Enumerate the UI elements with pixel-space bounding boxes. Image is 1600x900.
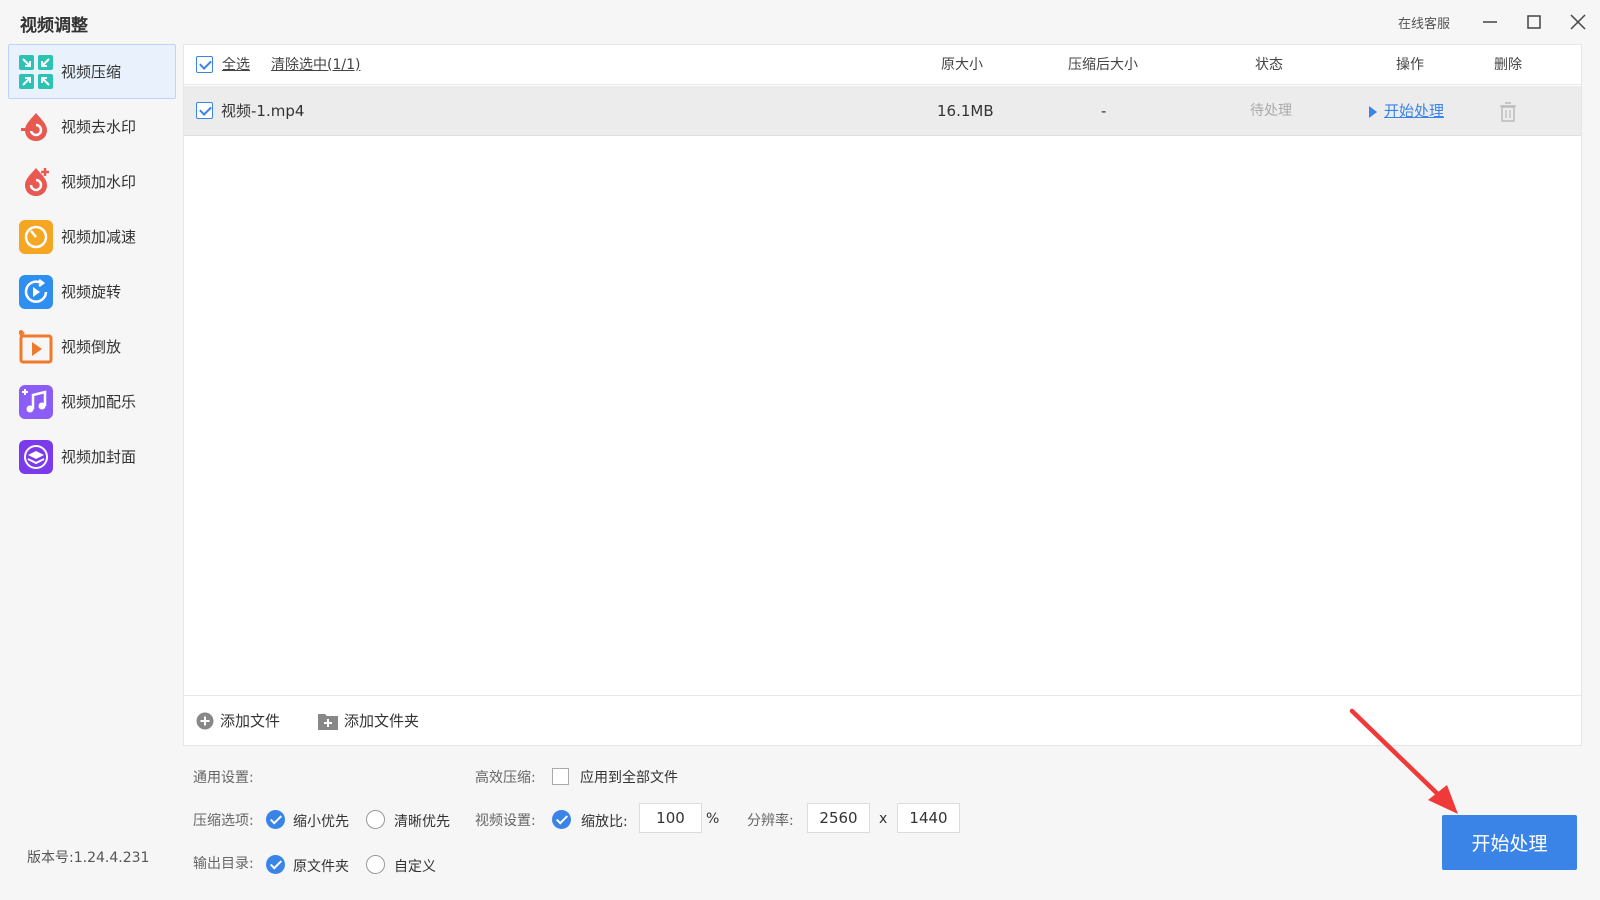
clear-first-label: 清晰优先 — [394, 814, 450, 830]
custom-folder-radio[interactable] — [366, 855, 385, 874]
small-first-label: 缩小优先 — [293, 814, 349, 830]
cover-icon — [19, 439, 53, 474]
file-list-panel: 全选 清除选中(1/1) 原大小 压缩后大小 状态 操作 删除 视频-1.mp4… — [183, 44, 1582, 746]
window-controls: 在线客服 — [1398, 0, 1600, 44]
title-bar: 视频调整 在线客服 — [0, 0, 1600, 44]
add-folder-button[interactable]: 添加文件夹 — [318, 710, 419, 731]
sidebar-item-reverse[interactable]: 视频倒放 — [8, 319, 176, 374]
efficient-compress-label: 高效压缩: — [475, 770, 536, 786]
apply-all-checkbox[interactable] — [552, 768, 569, 785]
sidebar-item-rotate[interactable]: 视频旋转 — [8, 264, 176, 319]
clear-first-radio[interactable] — [366, 810, 385, 829]
original-folder-radio[interactable] — [266, 855, 285, 874]
panel-footer: 添加文件 添加文件夹 — [184, 695, 1581, 745]
custom-folder-label: 自定义 — [394, 859, 436, 875]
sidebar-item-label: 视频加封面 — [61, 448, 137, 466]
resolution-width-input[interactable]: 2560 — [807, 803, 870, 833]
sidebar-item-label: 视频旋转 — [61, 283, 122, 301]
resolution-label: 分辨率: — [747, 813, 794, 829]
original-folder-label: 原文件夹 — [293, 859, 349, 875]
music-icon — [19, 384, 53, 419]
percent-sign: % — [706, 811, 720, 827]
close-icon — [1570, 14, 1586, 30]
select-all-checkbox[interactable] — [196, 56, 213, 73]
sidebar-item-remove-watermark[interactable]: 视频去水印 — [8, 99, 176, 154]
add-file-button[interactable]: 添加文件 — [196, 710, 280, 731]
sidebar-item-music[interactable]: 视频加配乐 — [8, 374, 176, 429]
start-process-link[interactable]: 开始处理 — [1384, 86, 1444, 136]
scale-input[interactable]: 100 — [639, 803, 702, 833]
add-file-label: 添加文件 — [220, 712, 281, 730]
row-checkbox[interactable] — [196, 102, 213, 119]
remove-watermark-icon — [19, 110, 53, 144]
column-status: 状态 — [1255, 57, 1283, 73]
sidebar-item-label: 视频压缩 — [61, 63, 122, 81]
start-process-button[interactable]: 开始处理 — [1442, 815, 1577, 870]
add-folder-label: 添加文件夹 — [344, 712, 420, 730]
app-title: 视频调整 — [20, 16, 88, 36]
sidebar: 视频压缩 视频去水印 视频加水印 视频加减速 视频旋转 视频倒放 视频加配乐 视… — [8, 44, 176, 484]
original-size: 16.1MB — [937, 102, 994, 120]
scale-checkbox[interactable] — [552, 810, 571, 829]
video-settings-label: 视频设置: — [475, 813, 536, 829]
file-name: 视频-1.mp4 — [221, 102, 305, 120]
sidebar-item-label: 视频倒放 — [61, 338, 122, 356]
compressed-size: - — [1101, 102, 1107, 120]
general-settings-label: 通用设置: — [193, 770, 254, 786]
column-compressed-size: 压缩后大小 — [1068, 57, 1138, 73]
small-first-radio[interactable] — [266, 810, 285, 829]
minimize-icon — [1483, 21, 1497, 23]
clear-selection-link[interactable]: 清除选中(1/1) — [271, 45, 360, 85]
add-watermark-icon — [19, 165, 53, 199]
column-original-size: 原大小 — [941, 57, 983, 73]
resolution-height-input[interactable]: 1440 — [897, 803, 960, 833]
rotate-icon — [19, 274, 53, 309]
sidebar-item-label: 视频加配乐 — [61, 393, 137, 411]
select-all-link[interactable]: 全选 — [222, 45, 250, 85]
column-action: 操作 — [1396, 57, 1424, 73]
minimize-button[interactable] — [1468, 0, 1512, 44]
table-row[interactable]: 视频-1.mp4 16.1MB - 待处理 开始处理 — [184, 86, 1581, 136]
status-text: 待处理 — [1250, 103, 1292, 119]
version-label: 版本号:1.24.4.231 — [27, 850, 150, 866]
column-delete: 删除 — [1494, 57, 1522, 73]
sidebar-item-speed[interactable]: 视频加减速 — [8, 209, 176, 264]
scale-label: 缩放比: — [581, 814, 628, 830]
close-button[interactable] — [1556, 0, 1600, 44]
sidebar-item-add-watermark[interactable]: 视频加水印 — [8, 154, 176, 209]
sidebar-item-label: 视频加水印 — [61, 173, 137, 191]
apply-all-label: 应用到全部文件 — [580, 770, 678, 786]
sidebar-item-compress[interactable]: 视频压缩 — [8, 44, 176, 99]
play-icon — [1368, 86, 1378, 136]
add-folder-icon — [318, 713, 339, 730]
sidebar-item-label: 视频去水印 — [61, 118, 137, 136]
add-circle-icon — [196, 712, 214, 729]
trash-icon[interactable] — [1499, 86, 1517, 136]
maximize-icon — [1527, 15, 1541, 29]
output-dir-label: 输出目录: — [193, 856, 254, 872]
speed-icon — [19, 219, 53, 254]
online-support-link[interactable]: 在线客服 — [1398, 13, 1450, 32]
sidebar-item-label: 视频加减速 — [61, 228, 137, 246]
compress-option-label: 压缩选项: — [193, 813, 254, 829]
table-header: 全选 清除选中(1/1) 原大小 压缩后大小 状态 操作 删除 — [184, 45, 1581, 85]
compress-icon — [19, 54, 53, 89]
sidebar-item-cover[interactable]: 视频加封面 — [8, 429, 176, 484]
maximize-button[interactable] — [1512, 0, 1556, 44]
reverse-icon — [19, 329, 53, 364]
resolution-separator: x — [879, 811, 888, 827]
